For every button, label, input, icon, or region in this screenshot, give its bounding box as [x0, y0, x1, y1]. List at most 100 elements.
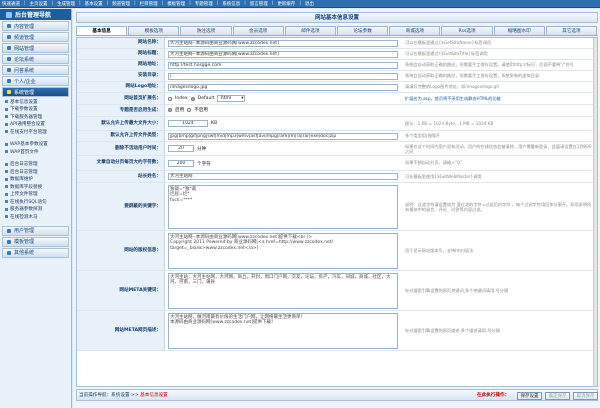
topnav-item[interactable]: 留言管理 [250, 1, 268, 7]
extension-select[interactable]: .html ▾ [217, 95, 246, 102]
topnav-item[interactable]: 基本设置 [85, 1, 103, 7]
bullet-icon [5, 150, 8, 154]
topnav-item[interactable]: 主页设置 [30, 1, 48, 7]
tab-item[interactable]: 论坛参数 [337, 26, 389, 35]
tab-item[interactable]: 商城选项 [389, 26, 441, 35]
tab-item[interactable]: 模板选项 [128, 26, 180, 35]
logo-url-input[interactable] [168, 83, 398, 91]
sidebar-link[interactable]: 在线检测木马 [0, 213, 71, 221]
sidebar-head[interactable]: 其他系统 [2, 247, 69, 258]
sidebar-head[interactable]: 内容管理 [2, 21, 69, 31]
sidebar-link[interactable]: 后台日志管理 [0, 168, 71, 176]
sidebar-link[interactable]: 基本信息设置 [0, 98, 71, 106]
tab-item[interactable]: 基本信息 [76, 26, 128, 35]
sidebar-link[interactable]: 下载服务器管理 [0, 113, 71, 121]
webmaster-input[interactable] [168, 172, 398, 180]
row-auto-pages: 文章自动分页每页大约字符数： 个字符 如果不想自动分页，请输入"0" [77, 156, 597, 171]
folder-icon [7, 35, 11, 39]
nav-separator: | [51, 1, 54, 6]
nav-separator: | [24, 1, 26, 6]
sidebar-link[interactable]: API通用整合设置 [0, 121, 71, 129]
row-logo: 网站Logo地址： 请填写完整的Logo图片地址，如/images/logo.g… [77, 82, 597, 93]
sidebar-link[interactable]: 上传文件管理 [0, 191, 71, 199]
sidebar-head[interactable]: 用户管理 [2, 225, 69, 236]
sidebar-head[interactable]: 问答系统 [2, 65, 69, 75]
topnav-item[interactable]: 快速通道 [2, 1, 20, 7]
tab-item[interactable]: 其它选项 [545, 26, 598, 35]
sidebar-link[interactable]: 服务器参数探测 [0, 206, 71, 214]
topnav-item[interactable]: 更新缓存 [277, 1, 295, 7]
bullet-icon [5, 100, 8, 104]
tab-item[interactable]: 缩略图水印 [493, 26, 545, 35]
site-title-input[interactable] [168, 50, 398, 58]
sidebar-head[interactable]: 网站管理 [2, 43, 69, 53]
sidebar-head[interactable]: 频道管理 [2, 32, 69, 42]
save-settings-button[interactable]: 保存设置 [517, 392, 542, 400]
sidebar-link[interactable]: 数据库字段替换 [0, 183, 71, 191]
sidebar-link[interactable]: WAP首页文件 [0, 148, 71, 156]
topnav-item[interactable]: 频道管理 [112, 1, 130, 7]
sidebar-link[interactable]: 在线执行SQL语句 [0, 198, 71, 206]
bullet-icon [5, 122, 8, 126]
disable-radio[interactable] [187, 108, 192, 112]
filter-words-textarea[interactable]: 独裁=*独*裁 烂屁=烂* fuck=**** [168, 184, 398, 229]
site-name-input[interactable] [168, 39, 398, 47]
brand-logo-icon [6, 11, 12, 18]
row-filter-words: 要屏蔽的关键字： 独裁=*独*裁 烂屁=烂* fuck=**** 说明：过滤字符… [77, 183, 597, 231]
bullet-icon [5, 215, 8, 219]
sidebar-head[interactable]: 模板管理 [2, 236, 69, 247]
sidebar-head-system[interactable]: 系统管理 [2, 87, 69, 97]
row-meta-desc: 网站META网页描述： 大河主站网，做河南最有价值的生活门户网，让网络最生活更简… [77, 311, 597, 351]
tab-item[interactable]: 防注选项 [180, 26, 232, 35]
sidebar-link[interactable]: 数据库维护 [0, 176, 71, 184]
row-home-ext: 网站首页扩展名： Index Default .html ▾ 扩展名为.asp，首… [77, 93, 597, 105]
topnav-item[interactable]: 栏目管理 [140, 1, 158, 7]
tab-item[interactable]: 会员选项 [232, 26, 284, 35]
tab-item[interactable]: Rss选项 [441, 26, 493, 35]
confirm-save-button[interactable]: 确定保存 [545, 392, 570, 400]
sidebar-link[interactable]: 下载参数设置 [0, 106, 71, 114]
site-url-input[interactable] [168, 61, 398, 69]
nav-separator: | [79, 1, 81, 6]
meta-desc-textarea[interactable]: 大河主站网，做河南最有价值的生活门户网，让网络最生活更简单！ 本源码由商业源码网… [168, 312, 398, 349]
folder-icon [7, 228, 11, 233]
tab-item[interactable]: 邮件选项 [284, 26, 337, 35]
auto-pages-input[interactable] [168, 160, 194, 167]
row-upload-size: 默认允许上传最大文件大小： KB 提示：1 KB = 1024 Byte，1 M… [77, 117, 597, 131]
folder-icon [7, 57, 11, 61]
upload-types-input[interactable] [168, 132, 398, 140]
folder-icon [7, 90, 11, 94]
topnav-item[interactable]: 退出 [305, 1, 314, 7]
bullet-icon [5, 170, 8, 174]
topnav-item[interactable]: 系统信息 [222, 1, 240, 7]
cancel-save-button[interactable]: 取消保存 [573, 392, 598, 400]
index-radio[interactable] [168, 96, 172, 101]
footer-bar: 当前操作导航：系统设置 >> 基本信息设置 在此执行操作： 保存设置 确定保存 … [76, 389, 598, 401]
sidebar-head[interactable]: 个人/企业 [2, 76, 69, 86]
upload-size-input[interactable] [168, 120, 208, 127]
default-radio[interactable] [190, 96, 195, 101]
sidebar-link[interactable]: 后台日志管理 [0, 161, 71, 169]
sidebar-link[interactable]: 在线支付平台管理 [0, 128, 71, 136]
delete-time-input[interactable] [168, 145, 194, 152]
form-scrollbar[interactable] [593, 38, 597, 386]
enable-radio[interactable] [168, 108, 172, 112]
install-dir-input[interactable] [168, 72, 398, 80]
folder-icon [7, 68, 11, 72]
topnav-item[interactable]: 生成管理 [57, 1, 75, 7]
row-site-url: 网站地址： 系统会自动获取正确的路径，但需要手工保存设置。请使用http://标… [77, 60, 597, 71]
bullet-icon [5, 142, 8, 146]
sidebar-head[interactable]: 论坛系统 [2, 54, 69, 64]
nav-separator: | [189, 1, 191, 6]
folder-icon [7, 239, 11, 244]
topnav-item[interactable]: 专题管理 [195, 1, 213, 7]
copyright-textarea[interactable]: 大河主站网--本源码由商业源码网[www.zzcodex.net]提供下载<br… [168, 232, 398, 269]
breadcrumb: 当前操作导航：系统设置 >> 基本信息设置 [79, 393, 168, 398]
main-content: 网站基本信息设置 基本信息 模板选项 防注选项 会员选项 邮件选项 论坛参数 商城选项 Rss… [73, 9, 600, 408]
tab-bar: 基本信息 模板选项 防注选项 会员选项 邮件选项 论坛参数 商城选项 Rss选项 缩略图水印 其它… [76, 26, 598, 36]
sidebar-link[interactable]: WAP基本参数设置 [0, 141, 71, 149]
settings-form: 网站名称： 可以在模板里通过{$GetSiteName}标签调用 网站标题： 可… [76, 37, 598, 387]
folder-icon [7, 46, 11, 50]
topnav-item[interactable]: 模板管理 [167, 1, 185, 7]
meta-keywords-textarea[interactable]: 大河主站，大河主站网，大河网，商丘，开封，周口门户网，交友，论坛，房产，汽车，同… [168, 272, 398, 309]
